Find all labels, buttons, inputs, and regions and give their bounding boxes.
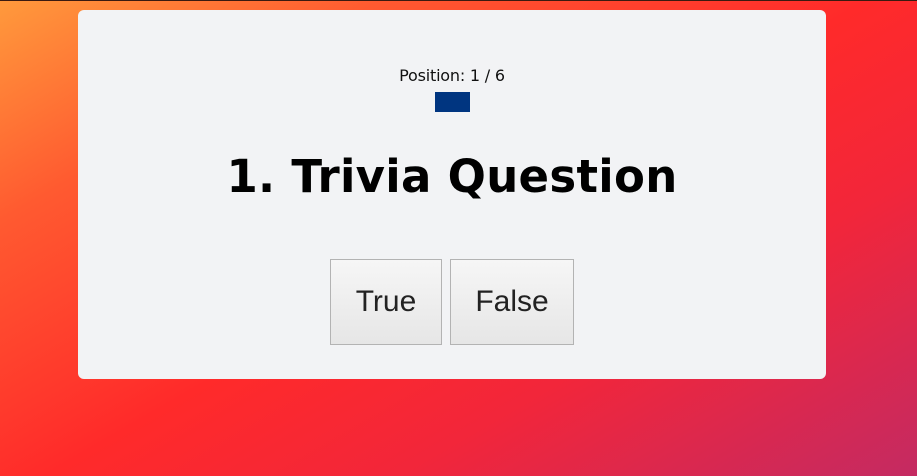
position-indicator: Position: 1 / 6 xyxy=(399,66,505,85)
true-button[interactable]: True xyxy=(330,259,442,345)
quiz-card: Position: 1 / 6 1. Trivia Question True … xyxy=(78,10,826,379)
question-title: 1. Trivia Question xyxy=(226,150,678,203)
flag-icon xyxy=(435,92,470,112)
answer-options: True False xyxy=(330,259,574,345)
window-top-edge xyxy=(0,0,917,1)
false-button[interactable]: False xyxy=(450,259,574,345)
